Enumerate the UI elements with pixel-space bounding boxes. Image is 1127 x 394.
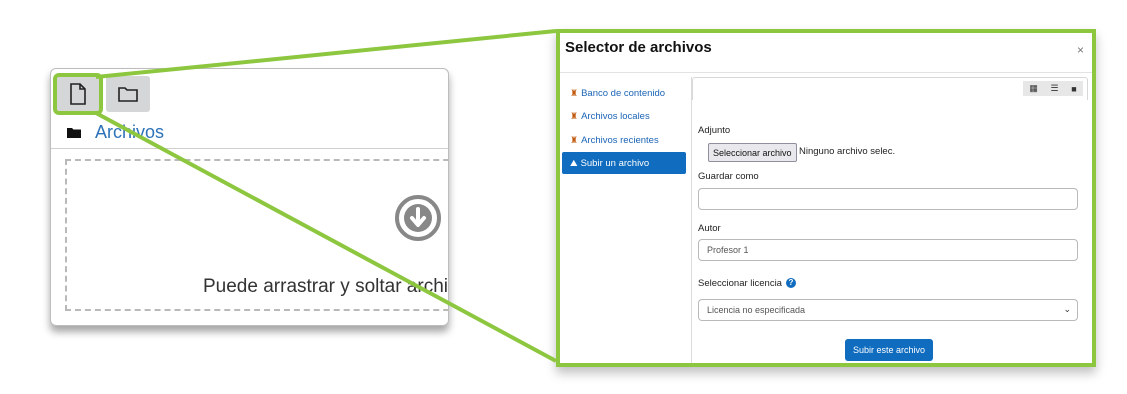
choose-file-button[interactable]: Seleccionar archivo (708, 143, 797, 162)
divider (691, 77, 692, 363)
repository-icon: ♜ (570, 87, 579, 98)
file-icon (70, 83, 86, 105)
list-view-icon[interactable]: ☰ (1051, 83, 1059, 94)
chevron-down-icon: ⌄ (1063, 304, 1071, 314)
license-label-row: Seleccionar licencia? (698, 278, 796, 289)
folder-icon (67, 127, 81, 138)
view-switcher: ▦ ☰ ■ (1023, 81, 1083, 96)
author-input[interactable]: Profesor 1 (698, 239, 1078, 261)
path-link-archivos[interactable]: Archivos (95, 122, 164, 143)
repository-local-files[interactable]: ♜ Archivos locales (562, 105, 686, 127)
repository-content-bank[interactable]: ♜ Banco de contenido (562, 82, 686, 104)
save-as-input[interactable] (698, 188, 1078, 210)
file-picker-dialog: Selector de archivos × ♜ Banco de conten… (556, 29, 1096, 367)
grid-view-icon[interactable]: ▦ (1029, 83, 1038, 94)
repository-icon: ♜ (570, 110, 579, 121)
view-toolbar: ▦ ☰ ■ (692, 77, 1088, 100)
filemanager-crop: Archivos Puede arrastrar y soltar archiv (50, 68, 449, 326)
license-label: Seleccionar licencia (698, 278, 782, 289)
folder-view-icon[interactable]: ■ (1071, 84, 1076, 94)
create-folder-button[interactable] (106, 76, 150, 112)
drop-zone-text: Puede arrastrar y soltar archiv (203, 276, 449, 297)
upload-file-button[interactable]: Subir este archivo (845, 339, 934, 361)
repository-upload[interactable]: ⛰ Subir un archivo (562, 152, 686, 174)
repository-label: Archivos recientes (581, 134, 659, 146)
license-select[interactable]: Licencia no especificada ⌄ (698, 299, 1078, 321)
close-icon[interactable]: × (1077, 43, 1084, 57)
help-icon[interactable]: ? (785, 278, 796, 289)
save-as-label: Guardar como (698, 171, 759, 182)
folder-outline-icon (118, 87, 138, 102)
repository-recent-files[interactable]: ♜ Archivos recientes (562, 129, 686, 151)
repository-label: Banco de contenido (581, 87, 666, 99)
repository-icon: ♜ (570, 134, 579, 145)
divider (560, 72, 1092, 73)
attachment-label: Adjunto (698, 125, 731, 136)
dialog-title: Selector de archivos (565, 39, 712, 56)
download-arrow-icon (395, 195, 441, 241)
upload-icon: ⛰ (570, 157, 578, 168)
repository-label: Archivos locales (581, 110, 650, 122)
add-file-button[interactable] (53, 73, 103, 115)
license-selected-value: Licencia no especificada (707, 305, 806, 315)
no-file-text: Ninguno archivo selec. (799, 146, 896, 157)
repository-label: Subir un archivo (580, 157, 650, 169)
divider (51, 148, 448, 149)
author-label: Autor (698, 223, 721, 234)
path-breadcrumb: Archivos (67, 121, 164, 143)
